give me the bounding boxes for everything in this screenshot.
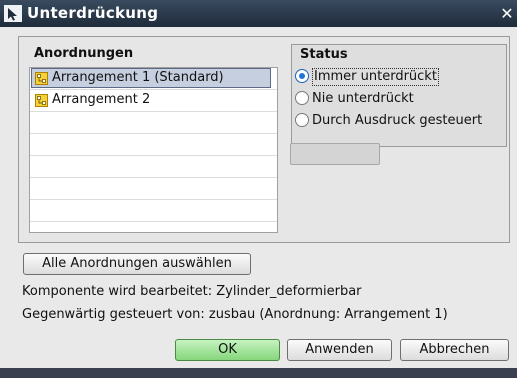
window-title: Unterdrückung [27,4,159,22]
radio-label: Nie unterdrückt [312,91,414,106]
list-item-empty [30,112,277,134]
ok-button[interactable]: OK [175,339,280,361]
controlled-info: Gegenwärtig gesteuert von: zusbau (Anord… [22,307,448,322]
radio-button[interactable] [295,113,309,127]
main-panel: Anordnungen Arrangement 1 (Standard) Arr… [18,36,510,243]
radio-label: Durch Ausdruck gesteuert [312,113,483,128]
list-item-empty [30,200,277,222]
arrangements-title: Anordnungen [34,46,134,61]
list-item-arrangement-1[interactable]: Arrangement 1 (Standard) [30,68,277,90]
list-item-arrangement-2[interactable]: Arrangement 2 [30,90,277,112]
select-all-button[interactable]: Alle Anordnungen auswählen [23,253,251,275]
list-item-empty [30,178,277,200]
arrangement-icon [35,72,48,85]
arrangement-icon [35,94,48,107]
status-group: Status Immer unterdrückt Nie unterdrückt… [291,44,507,147]
title-bar[interactable]: Unterdrückung ✕ [0,0,517,27]
list-item-label: Arrangement 2 [52,92,151,107]
close-icon[interactable]: ✕ [497,0,517,27]
arrangements-list[interactable]: Arrangement 1 (Standard) Arrangement 2 [29,67,278,233]
radio-button[interactable] [295,91,309,105]
list-item-empty [30,156,277,178]
arrow-cursor-icon [4,5,22,22]
radio-button[interactable] [295,69,309,83]
list-item-label: Arrangement 1 (Standard) [52,70,224,85]
taskbar-strip [0,368,517,378]
list-item-empty [30,134,277,156]
expression-field[interactable] [290,143,380,165]
apply-button[interactable]: Anwenden [287,339,392,361]
component-info: Komponente wird bearbeitet: Zylinder_def… [22,284,362,299]
status-title: Status [300,47,348,62]
cancel-button[interactable]: Abbrechen [400,339,509,361]
radio-label: Immer unterdrückt [312,68,439,86]
